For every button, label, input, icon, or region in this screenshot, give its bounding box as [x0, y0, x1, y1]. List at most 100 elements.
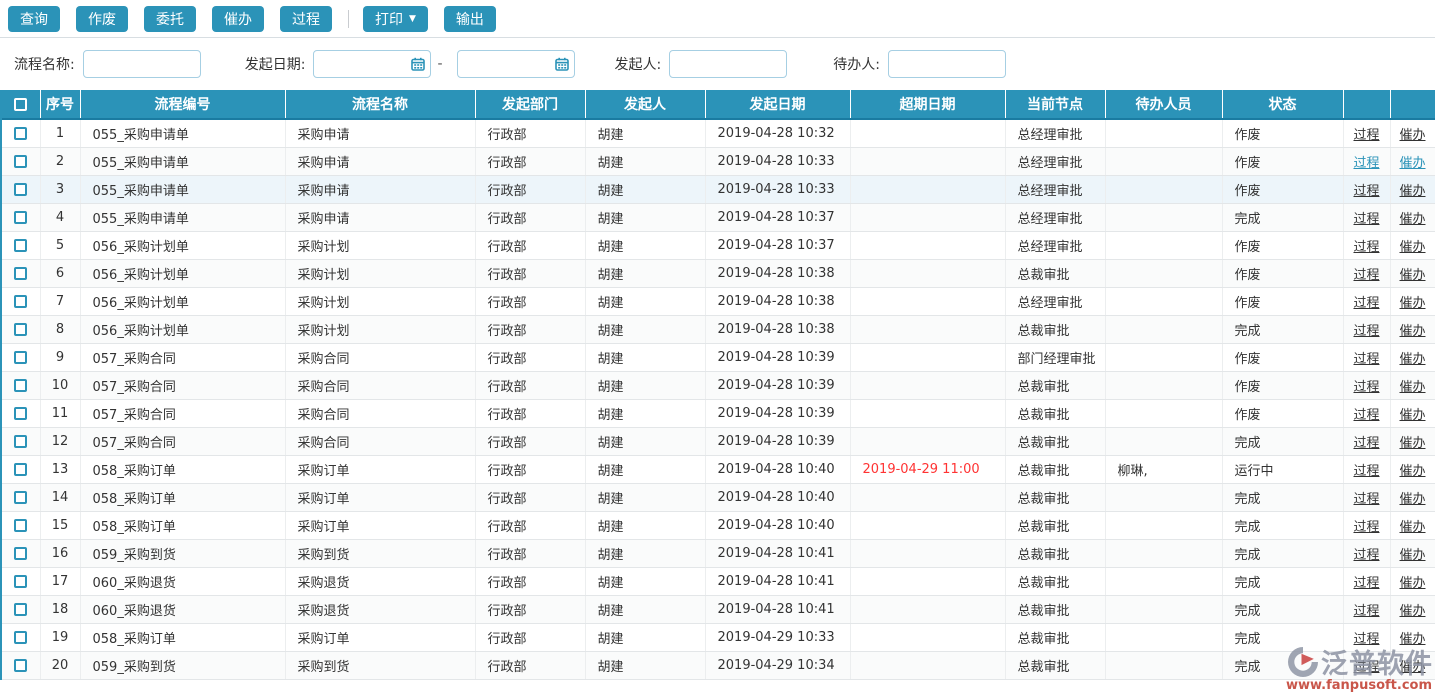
table-row: 13 058_采购订单 采购订单 行政部 胡建 2019-04-28 10:40… — [2, 455, 1435, 483]
output-button[interactable]: 输出 — [444, 6, 496, 32]
row-checkbox[interactable] — [14, 267, 27, 280]
row-checkbox[interactable] — [14, 575, 27, 588]
urge-link[interactable]: 催办 — [1399, 464, 1425, 479]
table-row: 19 058_采购订单 采购订单 行政部 胡建 2019-04-29 10:33… — [2, 623, 1435, 651]
process-link[interactable]: 过程 — [1353, 604, 1379, 619]
process-name: 采购计划 — [285, 287, 475, 315]
print-dropdown-button[interactable]: 打印 ▼ — [363, 6, 428, 32]
process-link[interactable]: 过程 — [1353, 408, 1379, 423]
row-checkbox[interactable] — [14, 547, 27, 560]
process-name: 采购订单 — [285, 623, 475, 651]
todo-person — [1105, 343, 1222, 371]
urge-link[interactable]: 催办 — [1399, 240, 1425, 255]
table-row: 10 057_采购合同 采购合同 行政部 胡建 2019-04-28 10:39… — [2, 371, 1435, 399]
row-checkbox[interactable] — [14, 659, 27, 672]
overdue-date — [850, 315, 1005, 343]
urge-link[interactable]: 催办 — [1399, 184, 1425, 199]
urge-link[interactable]: 催办 — [1399, 296, 1425, 311]
department: 行政部 — [475, 511, 585, 539]
overdue-date — [850, 623, 1005, 651]
row-checkbox[interactable] — [14, 519, 27, 532]
process-link[interactable]: 过程 — [1353, 184, 1379, 199]
process-name: 采购合同 — [285, 399, 475, 427]
urge-link[interactable]: 催办 — [1399, 492, 1425, 507]
urge-link[interactable]: 催办 — [1399, 660, 1425, 675]
row-checkbox[interactable] — [14, 239, 27, 252]
column-header-urge-link — [1390, 90, 1435, 119]
urge-link[interactable]: 催办 — [1399, 268, 1425, 283]
calendar-icon[interactable] — [411, 57, 425, 71]
process-link[interactable]: 过程 — [1353, 268, 1379, 283]
row-checkbox-cell — [2, 567, 40, 595]
initiator-input[interactable] — [669, 50, 787, 78]
urge-link[interactable]: 催办 — [1399, 128, 1425, 143]
process-link[interactable]: 过程 — [1353, 296, 1379, 311]
process-link[interactable]: 过程 — [1353, 632, 1379, 647]
process-link[interactable]: 过程 — [1353, 548, 1379, 563]
row-checkbox[interactable] — [14, 379, 27, 392]
process-link[interactable]: 过程 — [1353, 492, 1379, 507]
urge-link-cell: 催办 — [1390, 259, 1435, 287]
start-date: 2019-04-28 10:41 — [705, 595, 850, 623]
urge-link[interactable]: 催办 — [1399, 324, 1425, 339]
process-link[interactable]: 过程 — [1353, 156, 1379, 171]
row-checkbox[interactable] — [14, 463, 27, 476]
process-link[interactable]: 过程 — [1353, 660, 1379, 675]
row-checkbox[interactable] — [14, 407, 27, 420]
process-link[interactable]: 过程 — [1353, 576, 1379, 591]
row-checkbox[interactable] — [14, 351, 27, 364]
urge-link[interactable]: 催办 — [1399, 156, 1425, 171]
start-date: 2019-04-28 10:38 — [705, 259, 850, 287]
row-checkbox[interactable] — [14, 127, 27, 140]
urge-link-cell: 催办 — [1390, 371, 1435, 399]
row-checkbox-cell — [2, 511, 40, 539]
row-checkbox[interactable] — [14, 435, 27, 448]
urge-link-cell: 催办 — [1390, 119, 1435, 147]
todo-person — [1105, 259, 1222, 287]
urge-link[interactable]: 催办 — [1399, 380, 1425, 395]
process-link[interactable]: 过程 — [1353, 464, 1379, 479]
urge-link[interactable]: 催办 — [1399, 408, 1425, 423]
calendar-icon[interactable] — [555, 57, 569, 71]
query-button[interactable]: 查询 — [8, 6, 60, 32]
urge-link[interactable]: 催办 — [1399, 520, 1425, 535]
overdue-date — [850, 651, 1005, 679]
select-all-checkbox[interactable] — [14, 98, 27, 111]
row-checkbox[interactable] — [14, 155, 27, 168]
process-link[interactable]: 过程 — [1353, 240, 1379, 255]
row-checkbox[interactable] — [14, 323, 27, 336]
urge-link[interactable]: 催办 — [1399, 352, 1425, 367]
row-checkbox[interactable] — [14, 491, 27, 504]
row-checkbox[interactable] — [14, 295, 27, 308]
urge-button[interactable]: 催办 — [212, 6, 264, 32]
current-node: 总经理审批 — [1005, 119, 1105, 147]
status: 作废 — [1222, 119, 1343, 147]
process-link[interactable]: 过程 — [1353, 520, 1379, 535]
todo-person-input[interactable] — [888, 50, 1006, 78]
urge-link[interactable]: 催办 — [1399, 212, 1425, 227]
row-index: 6 — [40, 259, 80, 287]
initiator: 胡建 — [585, 483, 705, 511]
process-link[interactable]: 过程 — [1353, 436, 1379, 451]
process-link[interactable]: 过程 — [1353, 128, 1379, 143]
process-link[interactable]: 过程 — [1353, 352, 1379, 367]
process-link[interactable]: 过程 — [1353, 212, 1379, 227]
column-header-initiator: 发起人 — [585, 90, 705, 119]
process-name-input[interactable] — [83, 50, 201, 78]
row-checkbox[interactable] — [14, 631, 27, 644]
urge-link[interactable]: 催办 — [1399, 576, 1425, 591]
row-checkbox[interactable] — [14, 603, 27, 616]
urge-link[interactable]: 催办 — [1399, 604, 1425, 619]
process-button[interactable]: 过程 — [280, 6, 332, 32]
delegate-button[interactable]: 委托 — [144, 6, 196, 32]
process-link[interactable]: 过程 — [1353, 380, 1379, 395]
void-button[interactable]: 作废 — [76, 6, 128, 32]
table-body: 1 055_采购申请单 采购申请 行政部 胡建 2019-04-28 10:32… — [2, 119, 1435, 679]
row-checkbox[interactable] — [14, 211, 27, 224]
todo-person — [1105, 399, 1222, 427]
urge-link[interactable]: 催办 — [1399, 632, 1425, 647]
process-link[interactable]: 过程 — [1353, 324, 1379, 339]
row-checkbox[interactable] — [14, 183, 27, 196]
urge-link[interactable]: 催办 — [1399, 436, 1425, 451]
urge-link[interactable]: 催办 — [1399, 548, 1425, 563]
